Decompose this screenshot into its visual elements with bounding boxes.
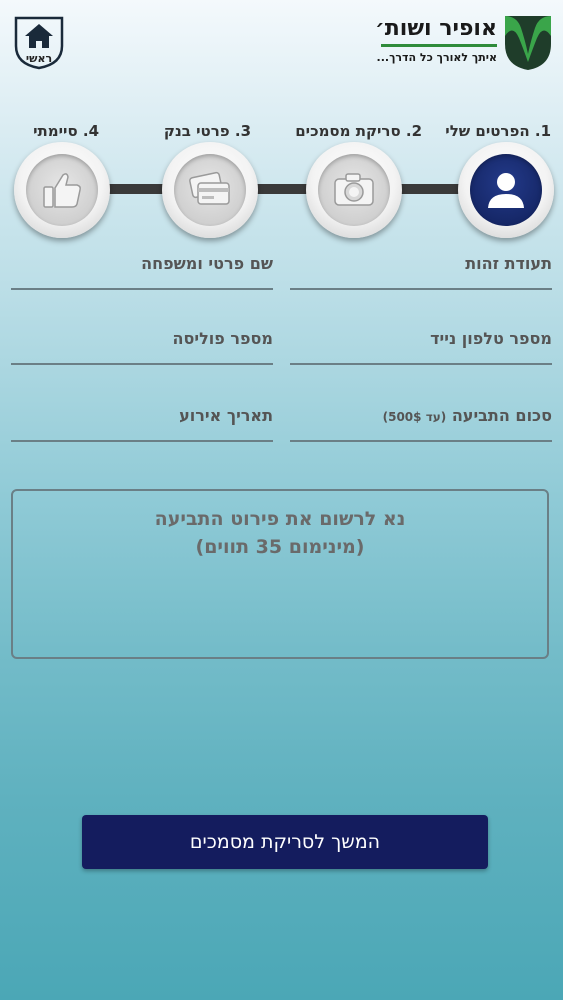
claim-amount-text: סכום התביעה <box>451 406 552 425</box>
step-scan-documents[interactable] <box>306 142 402 238</box>
user-icon <box>488 173 524 208</box>
id-number-field[interactable]: תעודת זהות <box>290 252 552 290</box>
home-button[interactable]: ראשי <box>12 14 66 70</box>
step-label-done: 4. סיימתי <box>33 122 99 140</box>
claim-details-textarea[interactable]: נא לרשום את פירוט התביעה (מינימום 35 תוו… <box>11 489 549 659</box>
home-label: ראשי <box>25 52 53 65</box>
brand-underline <box>381 44 497 47</box>
brand-slogan: איתך לאורך כל הדרך... <box>376 51 497 64</box>
step-done[interactable] <box>14 142 110 238</box>
claim-details-placeholder: נא לרשום את פירוט התביעה (מינימום 35 תוו… <box>13 505 547 561</box>
id-number-label: תעודת זהות <box>465 254 552 273</box>
camera-icon <box>334 173 374 206</box>
stepper-track <box>60 184 500 194</box>
thumbs-up-icon <box>43 173 81 208</box>
event-date-label: תאריך אירוע <box>179 406 273 425</box>
continue-to-scan-button[interactable]: המשך לסריקת מסמכים <box>82 815 488 869</box>
brand-logo: אופיר ושות׳ איתך לאורך כל הדרך... <box>375 14 553 74</box>
step-label-bank-details: 3. פרטי בנק <box>163 122 251 140</box>
credit-card-icon <box>189 171 230 205</box>
claim-details-placeholder-line2: (מינימום 35 תווים) <box>195 536 365 558</box>
policy-number-field[interactable]: מספר פוליסה <box>11 327 273 365</box>
event-date-field[interactable]: תאריך אירוע <box>11 404 273 442</box>
claim-details-placeholder-line1: נא לרשום את פירוט התביעה <box>154 508 406 530</box>
claim-amount-hint: (עד 500$) <box>382 410 447 424</box>
step-bank-details[interactable] <box>162 142 258 238</box>
full-name-label: שם פרטי ומשפחה <box>141 254 273 273</box>
claim-amount-label: סכום התביעה (עד 500$) <box>383 406 552 425</box>
mobile-phone-label: מספר טלפון נייד <box>430 329 552 348</box>
step-label-my-details: 1. הפרטים שלי <box>445 122 551 140</box>
step-label-scan-documents: 2. סריקת מסמכים <box>295 122 422 140</box>
step-my-details[interactable] <box>458 142 554 238</box>
policy-number-label: מספר פוליסה <box>172 329 273 348</box>
logo-mark-icon <box>505 16 551 70</box>
brand-name: אופיר ושות׳ <box>375 16 497 41</box>
mobile-phone-field[interactable]: מספר טלפון נייד <box>290 327 552 365</box>
full-name-field[interactable]: שם פרטי ומשפחה <box>11 252 273 290</box>
claim-amount-field[interactable]: סכום התביעה (עד 500$) <box>290 404 552 442</box>
